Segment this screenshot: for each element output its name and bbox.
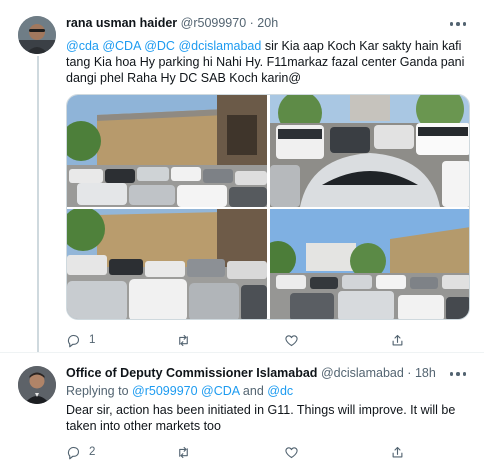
share-button[interactable] — [390, 444, 405, 460]
tweet-timestamp[interactable]: 20h — [257, 16, 278, 30]
parking-lot-photo-icon — [67, 95, 267, 207]
retweet-icon — [179, 446, 188, 458]
replying-handle[interactable]: @r5099970 — [132, 384, 198, 398]
separator-dot: · — [249, 16, 254, 30]
thread-connector-line — [37, 56, 39, 352]
media-grid — [66, 94, 470, 320]
author-name[interactable]: Office of Deputy Commissioner Islamabad — [66, 366, 317, 380]
reply-count: 1 — [89, 334, 96, 346]
heart-icon — [285, 446, 298, 458]
tweet-text: @cda @CDA @DC @dcislamabad sir Kia aap K… — [66, 38, 471, 86]
separator-dot: · — [407, 366, 412, 380]
reply-count: 2 — [89, 446, 96, 458]
replying-handle[interactable]: @dc — [267, 384, 293, 398]
author-handle[interactable]: @dcislamabad — [321, 366, 404, 380]
comment-icon — [67, 446, 80, 459]
share-button[interactable] — [390, 332, 405, 348]
comment-icon — [67, 334, 80, 347]
retweet-icon — [179, 334, 188, 346]
more-icon[interactable] — [448, 17, 468, 31]
tweet-text-rest: Kia hoa Hy parking hi Nahi Hy. F11markaz… — [66, 55, 465, 85]
heart-icon — [285, 334, 298, 346]
replying-to-line: Replying to @r5099970 @CDA and @dc — [66, 384, 293, 398]
parking-lot-photo-icon — [270, 209, 469, 319]
replying-and: and — [242, 384, 264, 398]
mention-link[interactable]: @cda — [66, 39, 99, 53]
mention-link[interactable]: @dcislamabad — [178, 39, 261, 53]
parking-lot-photo-icon — [270, 95, 469, 207]
share-icon — [392, 446, 403, 457]
like-button[interactable] — [284, 332, 307, 348]
media-photo-2[interactable] — [270, 95, 469, 207]
tweet-header: rana usman haider @r5099970 · 20h — [66, 16, 278, 30]
retweet-button[interactable] — [176, 332, 199, 348]
media-photo-3[interactable] — [67, 209, 267, 319]
author-name[interactable]: rana usman haider — [66, 16, 177, 30]
tweet-actions: 1 — [66, 332, 470, 348]
replying-handle[interactable]: @CDA — [201, 384, 239, 398]
avatar[interactable] — [18, 16, 56, 54]
tweet-timestamp[interactable]: 18h — [415, 366, 436, 380]
share-icon — [392, 334, 403, 345]
retweet-button[interactable] — [176, 444, 199, 460]
tweet-rana-usman-haider[interactable]: rana usman haider @r5099970 · 20h @cda @… — [0, 0, 484, 352]
avatar[interactable] — [18, 366, 56, 404]
user-avatar-icon — [18, 16, 56, 54]
mention-link[interactable]: @CDA — [102, 39, 140, 53]
replying-prefix: Replying to — [66, 384, 129, 398]
more-icon[interactable] — [448, 367, 468, 381]
user-avatar-icon — [18, 366, 56, 404]
parking-lot-photo-icon — [67, 209, 267, 319]
reply-button[interactable]: 1 — [66, 332, 95, 348]
tweet-actions: 2 — [66, 444, 470, 460]
tweet-text: Dear sir, action has been initiated in G… — [66, 403, 456, 433]
author-handle[interactable]: @r5099970 — [181, 16, 247, 30]
tweet-header: Office of Deputy Commissioner Islamabad … — [66, 366, 436, 380]
like-button[interactable] — [284, 444, 307, 460]
mention-link[interactable]: @DC — [144, 39, 175, 53]
media-photo-4[interactable] — [270, 209, 469, 319]
media-photo-1[interactable] — [67, 95, 267, 207]
reply-button[interactable]: 2 — [66, 444, 95, 460]
